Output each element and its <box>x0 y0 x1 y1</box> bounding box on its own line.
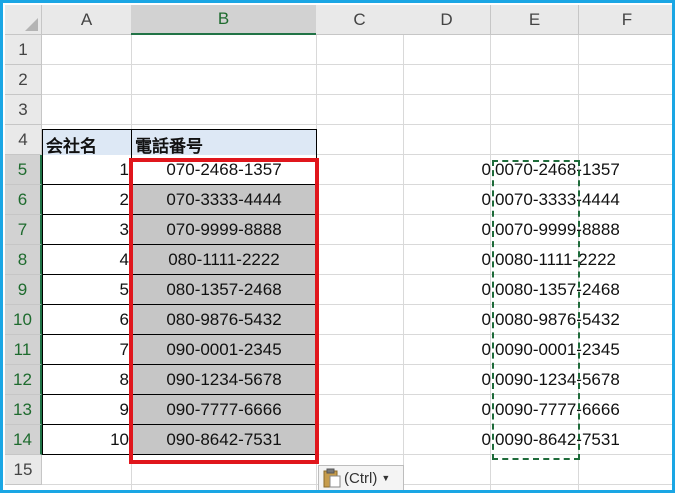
cell-b7[interactable]: 070-9999-8888 <box>131 215 317 245</box>
row-header-7[interactable]: 7 <box>5 215 42 245</box>
row-header-8[interactable]: 8 <box>5 245 42 275</box>
cell-a14[interactable]: 10 <box>42 425 132 455</box>
cell-d12[interactable]: 0 <box>403 365 491 395</box>
gridline-horizontal <box>42 64 672 65</box>
cell-d9[interactable]: 0 <box>403 275 491 305</box>
row-header-5[interactable]: 5 <box>5 155 42 185</box>
cell-a8[interactable]: 4 <box>42 245 132 275</box>
row-header-12[interactable]: 12 <box>5 365 42 395</box>
cell-a6[interactable]: 2 <box>42 185 132 215</box>
cell-e6[interactable]: 0070-3333-4444 <box>495 185 620 215</box>
cell-d7[interactable]: 0 <box>403 215 491 245</box>
cell-b8[interactable]: 080-1111-2222 <box>131 245 317 275</box>
cell-e10[interactable]: 0080-9876-5432 <box>495 305 620 335</box>
row-header-13[interactable]: 13 <box>5 395 42 425</box>
paste-options-label: (Ctrl) <box>344 469 378 487</box>
row-header-1[interactable]: 1 <box>5 35 42 65</box>
cell-b13[interactable]: 090-7777-6666 <box>131 395 317 425</box>
cell-e11[interactable]: 0090-0001-2345 <box>495 335 620 365</box>
cell-a11[interactable]: 7 <box>42 335 132 365</box>
cell-b10[interactable]: 080-9876-5432 <box>131 305 317 335</box>
row-header-4[interactable]: 4 <box>5 125 42 155</box>
paste-options-button[interactable]: (Ctrl) ▼ <box>318 465 404 490</box>
cell-d14[interactable]: 0 <box>403 425 491 455</box>
cell-e14[interactable]: 0090-8642-7531 <box>495 425 620 455</box>
clipboard-icon <box>323 468 341 488</box>
column-header-d[interactable]: D <box>403 5 491 35</box>
row-header-3[interactable]: 3 <box>5 95 42 125</box>
select-all-triangle-icon <box>25 18 38 31</box>
row-header-15[interactable]: 15 <box>5 455 42 485</box>
row-header-6[interactable]: 6 <box>5 185 42 215</box>
cell-e8[interactable]: 0080-1111-2222 <box>495 245 616 275</box>
screenshot-frame: ABCDEF 1 2 3 4 5 6 7 8 9 10 11 12 13 14 15 会社名 電話番号 10… <box>0 0 675 493</box>
cell-a9[interactable]: 5 <box>42 275 132 305</box>
cell-d11[interactable]: 0 <box>403 335 491 365</box>
cell-b12[interactable]: 090-1234-5678 <box>131 365 317 395</box>
cell-e9[interactable]: 0080-1357-2468 <box>495 275 620 305</box>
column-header-f[interactable]: F <box>579 5 672 35</box>
cell-e12[interactable]: 0090-1234-5678 <box>495 365 620 395</box>
cell-a5[interactable]: 1 <box>42 155 132 185</box>
cell-a12[interactable]: 8 <box>42 365 132 395</box>
row-header-2[interactable]: 2 <box>5 65 42 95</box>
select-all-corner[interactable] <box>5 5 42 35</box>
cell-a7[interactable]: 3 <box>42 215 132 245</box>
cell-e5[interactable]: 0070-2468-1357 <box>495 155 620 185</box>
cell-b14[interactable]: 090-8642-7531 <box>131 425 317 455</box>
row-header-10[interactable]: 10 <box>5 305 42 335</box>
cell-a13[interactable]: 9 <box>42 395 132 425</box>
dropdown-arrow-icon: ▼ <box>381 473 391 483</box>
cell-d5[interactable]: 0 <box>403 155 491 185</box>
cell-b5[interactable]: 070-2468-1357 <box>131 155 317 185</box>
cell-b6[interactable]: 070-3333-4444 <box>131 185 317 215</box>
column-header-e[interactable]: E <box>491 5 579 35</box>
spreadsheet-grid: ABCDEF 1 2 3 4 5 6 7 8 9 10 11 12 13 14 15 会社名 電話番号 10… <box>5 5 672 490</box>
cell-d13[interactable]: 0 <box>403 395 491 425</box>
cell-d10[interactable]: 0 <box>403 305 491 335</box>
gridline-horizontal <box>42 94 672 95</box>
column-header-c[interactable]: C <box>316 5 404 35</box>
cell-e7[interactable]: 0070-9999-8888 <box>495 215 620 245</box>
gridline-horizontal <box>42 124 672 125</box>
row-header-14[interactable]: 14 <box>5 425 42 455</box>
cell-a10[interactable]: 6 <box>42 305 132 335</box>
cell-b11[interactable]: 090-0001-2345 <box>131 335 317 365</box>
cell-d6[interactable]: 0 <box>403 185 491 215</box>
column-header-a[interactable]: A <box>42 5 132 35</box>
column-header-b[interactable]: B <box>131 5 317 35</box>
cell-b9[interactable]: 080-1357-2468 <box>131 275 317 305</box>
row-header-11[interactable]: 11 <box>5 335 42 365</box>
cell-d8[interactable]: 0 <box>403 245 491 275</box>
cell-e13[interactable]: 0090-7777-6666 <box>495 395 620 425</box>
row-header-9[interactable]: 9 <box>5 275 42 305</box>
